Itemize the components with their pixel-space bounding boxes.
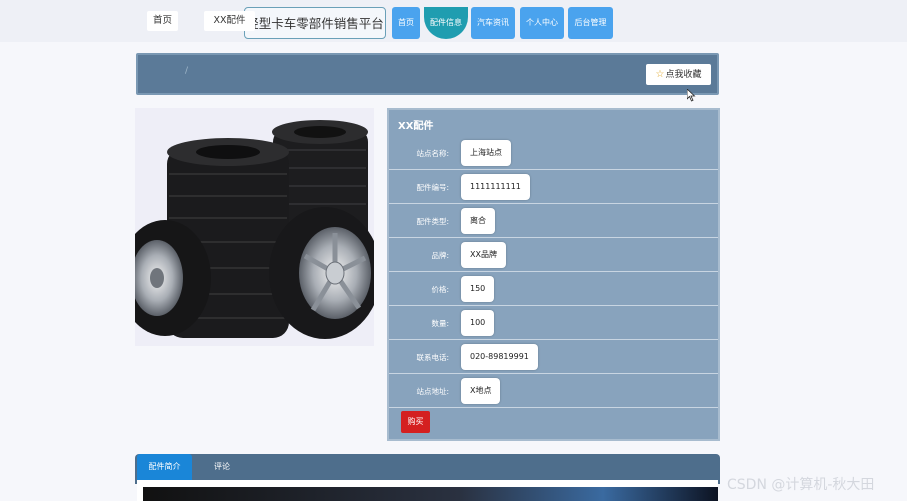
row-divider bbox=[389, 237, 718, 238]
row-divider bbox=[389, 169, 718, 170]
breadcrumb-home[interactable]: 首页 bbox=[147, 11, 178, 31]
nav-car-news[interactable]: 汽车资讯 bbox=[471, 7, 515, 39]
tab-comments[interactable]: 评论 bbox=[205, 454, 239, 480]
product-title: XX配件 bbox=[398, 121, 434, 132]
field-value-phone: 020-89819991 bbox=[461, 344, 538, 370]
field-label-quantity: 数量: bbox=[431, 319, 449, 328]
site-title[interactable]: 轻型卡车零部件销售平台 bbox=[244, 7, 386, 39]
field-label-part-type: 配件类型: bbox=[416, 217, 449, 226]
field-label-site-name: 站点名称: bbox=[416, 149, 449, 158]
nav-home[interactable]: 首页 bbox=[392, 7, 420, 39]
row-divider bbox=[389, 339, 718, 340]
breadcrumb bbox=[136, 53, 719, 95]
field-value-quantity: 100 bbox=[461, 310, 495, 336]
field-value-price: 150 bbox=[461, 276, 495, 302]
field-label-part-number: 配件编号: bbox=[416, 183, 449, 192]
row-divider bbox=[389, 203, 718, 204]
mouse-cursor-icon bbox=[687, 89, 696, 102]
field-value-part-number: 1111111111 bbox=[461, 174, 530, 200]
field-value-brand: XX品牌 bbox=[461, 242, 506, 268]
star-icon: ☆ bbox=[655, 69, 665, 80]
buy-button[interactable]: 购买 bbox=[401, 411, 430, 433]
field-label-site-address: 站点地址: bbox=[416, 387, 449, 396]
intro-image bbox=[143, 487, 718, 501]
favorite-label: 点我收藏 bbox=[665, 70, 702, 80]
nav-personal-center[interactable]: 个人中心 bbox=[520, 7, 564, 39]
breadcrumb-current: XX配件 bbox=[204, 11, 255, 31]
field-value-part-type: 离合 bbox=[461, 208, 495, 234]
favorite-button[interactable]: ☆点我收藏 bbox=[646, 64, 711, 85]
field-label-brand: 品牌: bbox=[431, 251, 449, 260]
watermark: CSDN @计算机-秋大田 bbox=[727, 477, 875, 493]
breadcrumb-separator: / bbox=[185, 66, 189, 76]
tab-part-intro[interactable]: 配件简介 bbox=[137, 454, 192, 480]
nav-admin[interactable]: 后台管理 bbox=[568, 7, 613, 39]
tire-stack-image bbox=[135, 108, 374, 346]
field-label-phone: 联系电话: bbox=[416, 353, 449, 362]
row-divider bbox=[389, 305, 718, 306]
row-divider bbox=[389, 407, 718, 408]
row-divider bbox=[389, 373, 718, 374]
row-divider bbox=[389, 271, 718, 272]
field-value-site-address: X地点 bbox=[461, 378, 501, 404]
field-value-site-name: 上海站点 bbox=[461, 140, 511, 166]
field-label-price: 价格: bbox=[431, 285, 449, 294]
